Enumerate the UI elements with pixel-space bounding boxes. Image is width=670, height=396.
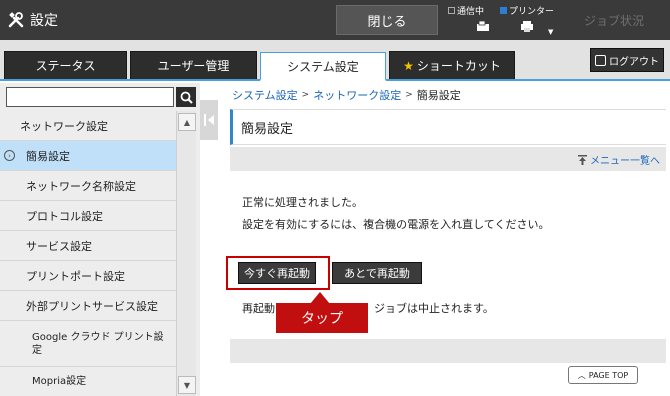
tap-callout: タップ xyxy=(276,303,368,333)
search-input[interactable] xyxy=(6,87,174,107)
search-box xyxy=(6,87,196,107)
job-status-button[interactable]: ジョブ状況 xyxy=(564,5,664,35)
breadcrumb-separator-icon: > xyxy=(301,90,310,100)
breadcrumb: システム設定 > ネットワーク設定 > 簡易設定 xyxy=(232,87,461,103)
dropdown-icon[interactable]: ▼ xyxy=(548,28,553,36)
sidebar-item-label: ネットワーク設定 xyxy=(20,119,108,133)
status-printer-label: プリンター xyxy=(509,7,555,17)
collapse-icon xyxy=(204,114,214,126)
star-icon: ★ xyxy=(403,58,414,73)
tab-system-settings-label: システム設定 xyxy=(287,59,359,74)
restart-later-button[interactable]: あとで再起動 xyxy=(332,262,422,284)
breadcrumb-system-settings[interactable]: システム設定 xyxy=(232,87,298,103)
page-top-button[interactable]: ︿ PAGE TOP xyxy=(568,366,638,384)
tab-status[interactable]: ステータス xyxy=(4,51,127,79)
success-message: 正常に処理されました。 xyxy=(242,196,363,209)
sidebar-item-easy-settings[interactable]: › 簡易設定 xyxy=(0,141,176,171)
sidebar-item-mopria[interactable]: Mopria設定 xyxy=(0,367,176,396)
top-bar: 設定 閉じる 通信中 プリンター ▼ ジョブ状況 xyxy=(0,0,670,40)
sidebar-item-service[interactable]: サービス設定 xyxy=(0,231,176,261)
printer-icon xyxy=(521,21,533,32)
restart-instruction: 設定を有効にするには、複合機の電源を入れ直してください。 xyxy=(242,218,550,231)
sidebar-item-label: 簡易設定 xyxy=(26,149,70,163)
restart-warning-end: ジョブは中止されます。 xyxy=(374,302,494,315)
sidebar-item-label: Mopria設定 xyxy=(32,376,87,387)
menu-list-link-label: メニュー一覧へ xyxy=(590,156,660,167)
tab-user-management[interactable]: ユーザー管理 xyxy=(130,51,257,79)
back-to-top-icon xyxy=(578,154,587,165)
search-icon xyxy=(180,91,193,104)
sidebar-item-label: プロトコル設定 xyxy=(26,209,103,223)
scroll-up-icon[interactable]: ▲ xyxy=(178,113,196,131)
tab-user-management-label: ユーザー管理 xyxy=(157,59,230,73)
tab-shortcuts-label: ショートカット xyxy=(416,59,501,73)
sidebar-item-protocol[interactable]: プロトコル設定 xyxy=(0,201,176,231)
tab-shortcuts[interactable]: ★ ショートカット xyxy=(389,51,515,79)
logout-label: ログアウト xyxy=(609,56,659,68)
sidebar-item-print-port[interactable]: プリントポート設定 xyxy=(0,261,176,291)
current-item-icon: › xyxy=(4,150,15,161)
sidebar-item-label: 外部プリントサービス設定 xyxy=(26,299,158,313)
status-indicators: 通信中 プリンター ▼ xyxy=(444,0,562,40)
tools-icon xyxy=(6,10,26,30)
app-title: 設定 xyxy=(6,0,58,40)
logout-icon xyxy=(595,54,606,66)
status-printer: プリンター xyxy=(500,4,554,17)
tab-system-settings[interactable]: システム設定 xyxy=(260,52,386,81)
sidebar-item-google-cloud-print[interactable]: Google クラウド プリント設定 xyxy=(0,321,176,367)
breadcrumb-current: 簡易設定 xyxy=(416,89,461,102)
tab-bar: ステータス ユーザー管理 システム設定 ★ ショートカット ログアウト xyxy=(0,40,670,81)
page-title-text: 簡易設定 xyxy=(241,121,294,137)
status-comm-label: 通信中 xyxy=(457,7,485,17)
breadcrumb-separator-icon: > xyxy=(405,90,413,100)
sidebar-item-network-settings[interactable]: ネットワーク設定 xyxy=(0,111,176,141)
chevron-up-icon: ︿ xyxy=(577,370,586,380)
sidebar-item-network-name[interactable]: ネットワーク名称設定 xyxy=(0,171,176,201)
page-top-label: PAGE TOP xyxy=(588,370,629,380)
status-comm: 通信中 xyxy=(448,4,484,17)
app-title-text: 設定 xyxy=(30,13,58,29)
sidebar-item-label: プリントポート設定 xyxy=(26,269,125,283)
logout-button[interactable]: ログアウト xyxy=(590,48,664,72)
sidebar-menu: ネットワーク設定 › 簡易設定 ネットワーク名称設定 プロトコル設定 サービス設… xyxy=(0,111,176,396)
menu-back-bar: メニュー一覧へ xyxy=(230,147,666,171)
fax-icon xyxy=(477,20,489,31)
restart-warning-start: 再起動 xyxy=(242,302,275,315)
comm-indicator-icon xyxy=(448,7,455,14)
close-button[interactable]: 閉じる xyxy=(336,5,438,35)
sidebar-scrollbar[interactable]: ▲ ▼ xyxy=(176,111,196,396)
menu-list-link[interactable]: メニュー一覧へ xyxy=(578,152,660,167)
sidebar: ネットワーク設定 › 簡易設定 ネットワーク名称設定 プロトコル設定 サービス設… xyxy=(0,83,200,396)
tab-status-label: ステータス xyxy=(35,59,96,73)
page-title: 簡易設定 xyxy=(230,109,666,145)
sidebar-item-label: ネットワーク名称設定 xyxy=(26,179,136,193)
collapse-sidebar-button[interactable] xyxy=(200,100,218,140)
printer-indicator-icon xyxy=(500,7,507,14)
sidebar-item-label: Google クラウド プリント設定 xyxy=(32,331,164,356)
sidebar-item-external-print-service[interactable]: 外部プリントサービス設定 xyxy=(0,291,176,321)
sidebar-item-label: サービス設定 xyxy=(26,239,92,253)
footer-bar xyxy=(230,339,666,363)
scroll-down-icon[interactable]: ▼ xyxy=(178,376,196,394)
breadcrumb-network-settings[interactable]: ネットワーク設定 xyxy=(313,87,401,103)
restart-now-button[interactable]: 今すぐ再起動 xyxy=(238,262,316,284)
search-button[interactable] xyxy=(176,87,196,107)
main-content: システム設定 > ネットワーク設定 > 簡易設定 簡易設定 メニュー一覧へ 正常… xyxy=(226,83,670,396)
